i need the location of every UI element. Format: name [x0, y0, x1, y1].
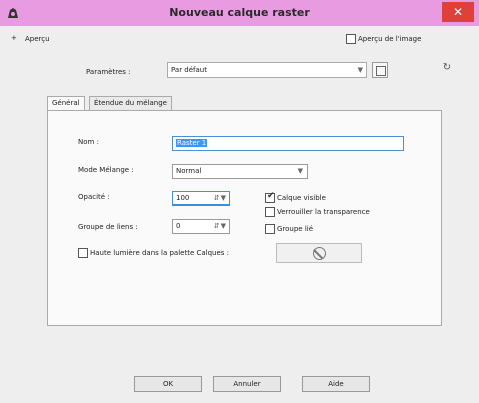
highlight-row[interactable]: Haute lumière dans la palette Calques : [78, 248, 229, 258]
chevron-down-icon: ▼ [357, 66, 363, 74]
blend-mode-dropdown[interactable]: Normal ▼ [172, 164, 308, 179]
opacity-label: Opacité : [78, 193, 110, 201]
blend-mode-label: Mode Mélange : [78, 166, 134, 174]
link-group-value: 0 [176, 222, 181, 230]
tab-general[interactable]: Général [47, 96, 85, 111]
name-value: Raster 1 [176, 139, 208, 147]
linked-group-checkbox[interactable] [265, 224, 275, 234]
dialog-content: + Aperçu Aperçu de l'image Paramètres : … [0, 26, 479, 403]
save-preset-icon[interactable] [372, 62, 388, 78]
ok-button[interactable]: OK [134, 376, 202, 392]
opacity-value: 100 [176, 194, 190, 202]
linked-group-row[interactable]: Groupe lié [265, 224, 313, 234]
help-button[interactable]: Aide [302, 376, 370, 392]
preview-label[interactable]: Aperçu [25, 35, 50, 43]
image-preview-checkbox-row[interactable]: Aperçu de l'image [346, 34, 421, 44]
tab-blend-range[interactable]: Étendue du mélange [89, 96, 172, 110]
preview-expander[interactable]: + [11, 34, 17, 42]
lock-transparency-row[interactable]: Verrouiller la transparence [265, 207, 370, 217]
chevron-down-icon: ▼ [297, 167, 303, 175]
lock-transparency-checkbox[interactable] [265, 207, 275, 217]
preview-row: + Aperçu Aperçu de l'image [0, 33, 479, 47]
highlight-checkbox[interactable] [78, 248, 88, 258]
name-input[interactable]: Raster 1 [172, 136, 404, 151]
lock-transparency-label[interactable]: Verrouiller la transparence [277, 208, 370, 216]
visible-layer-label[interactable]: Calque visible [277, 194, 326, 202]
highlight-color-button[interactable] [276, 243, 362, 263]
cancel-button[interactable]: Annuler [213, 376, 281, 392]
stepper-arrows-icon[interactable]: ⇵▼ [214, 220, 227, 233]
highlight-label[interactable]: Haute lumière dans la palette Calques : [90, 249, 229, 257]
image-preview-label[interactable]: Aperçu de l'image [358, 35, 421, 43]
link-group-stepper[interactable]: 0 ⇵▼ [172, 219, 230, 234]
name-label: Nom : [78, 138, 99, 146]
title-bar: Nouveau calque raster ✕ [0, 0, 479, 26]
image-preview-checkbox[interactable] [346, 34, 356, 44]
opacity-stepper[interactable]: 100 ⇵▼ [172, 191, 230, 206]
stepper-arrows-icon[interactable]: ⇵▼ [214, 192, 227, 205]
presets-value: Par défaut [171, 66, 207, 74]
linked-group-label[interactable]: Groupe lié [277, 225, 313, 233]
close-button[interactable]: ✕ [442, 2, 474, 22]
presets-label: Paramètres : [86, 68, 131, 76]
presets-dropdown[interactable]: Par défaut ▼ [167, 62, 367, 78]
visible-layer-row[interactable]: Calque visible [265, 191, 326, 203]
visible-layer-checkbox[interactable] [265, 191, 275, 203]
reset-preset-icon[interactable]: ↻ [438, 62, 456, 78]
blend-mode-value: Normal [176, 167, 202, 175]
window-title: Nouveau calque raster [169, 6, 310, 19]
link-group-label: Groupe de liens : [78, 223, 138, 231]
